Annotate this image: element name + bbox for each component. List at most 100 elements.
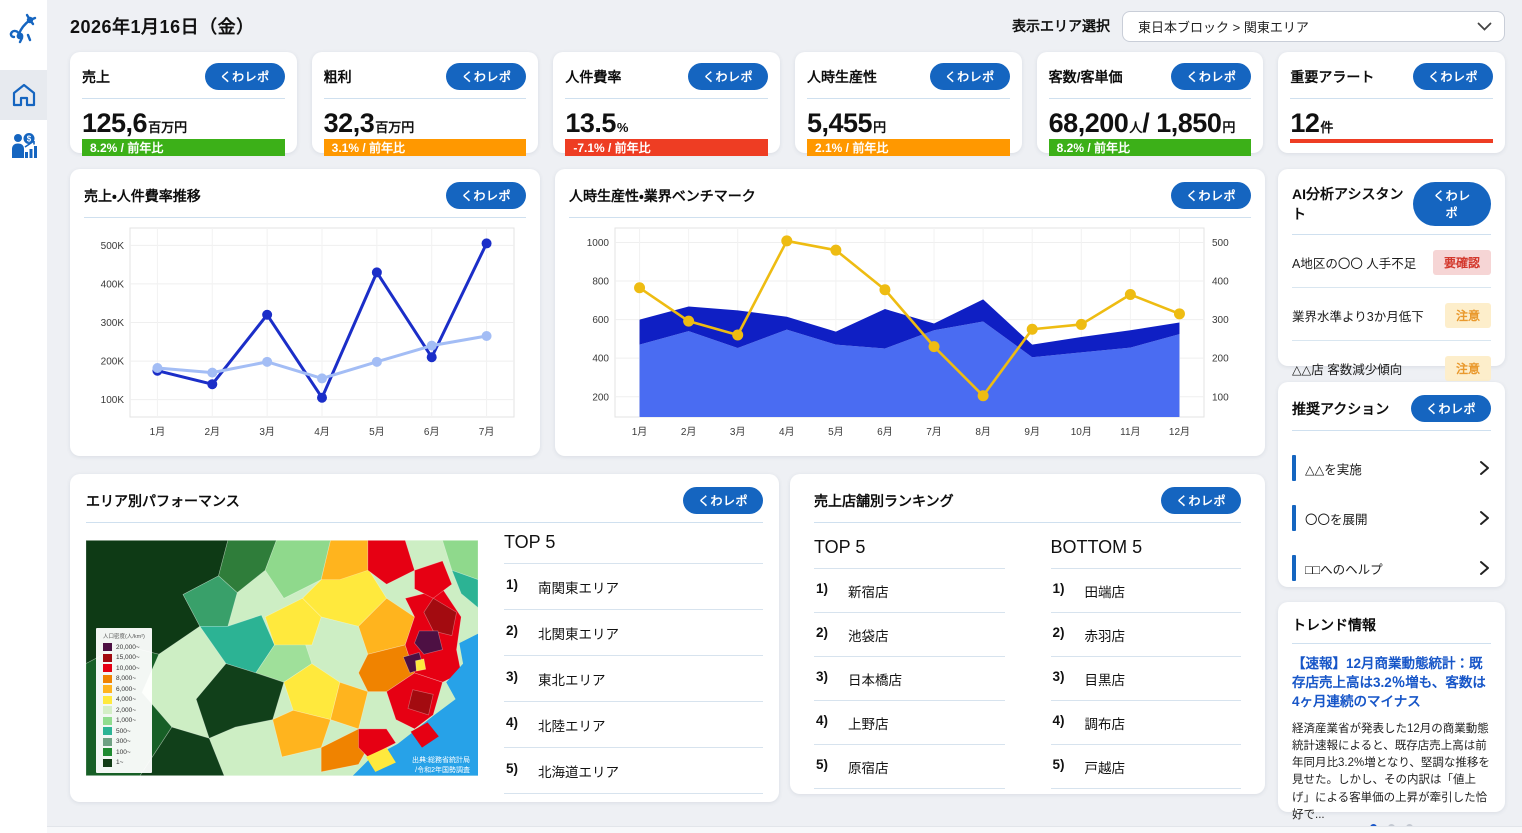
svg-text:5月: 5月 — [828, 426, 844, 438]
area-name: 南関東エリア — [538, 581, 619, 596]
kpi-label: 売上 — [82, 68, 110, 85]
svg-text:200: 200 — [1212, 354, 1229, 365]
rank-number: 5) — [506, 761, 519, 776]
map-legend-entry: 6,000~ — [103, 684, 145, 695]
legend-swatch — [103, 716, 112, 725]
list-item: 4) 上野店 — [814, 701, 1005, 745]
sidebar-item-sales-analytics[interactable]: $ — [0, 120, 47, 170]
action-label: 〇〇を展開 — [1305, 512, 1368, 527]
rank-number: 1) — [816, 581, 829, 596]
map-legend-entry: 500~ — [103, 726, 145, 737]
legend-swatch — [103, 727, 112, 736]
map-source-note: 出典:総務省統計局 /令和2年国勢調査 — [412, 757, 470, 775]
list-item: 3) 日本橋店 — [814, 657, 1005, 701]
divider — [1292, 430, 1491, 431]
action-item[interactable]: 〇〇を展開 — [1292, 505, 1491, 531]
svg-text:6月: 6月 — [877, 426, 893, 438]
news-body: 経済産業省が発表した12月の商業動態統計速報によると、既存店売上高は前年同月比3… — [1292, 722, 1490, 821]
detail-report-button[interactable]: くわレポ — [929, 63, 1010, 90]
action-item[interactable]: △△を実施 — [1292, 455, 1491, 481]
panel-title: 推奨アクション — [1292, 400, 1390, 417]
legend-swatch — [103, 674, 112, 683]
svg-text:300K: 300K — [101, 318, 125, 329]
legend-label: 1,000~ — [116, 717, 137, 725]
detail-report-button[interactable]: くわレポ — [446, 63, 527, 90]
productivity-benchmark-chart[interactable]: 200 100 400 200 600 300 800 400 1000 500 1月 2月 3月 4月 5… — [569, 218, 1248, 443]
legend-swatch — [103, 748, 112, 757]
kpi-unit: 百万円 — [148, 120, 188, 135]
svg-text:300: 300 — [1212, 315, 1229, 326]
svg-text:1月: 1月 — [632, 426, 648, 438]
kpi-value-row: 32,3 百万円 — [324, 108, 527, 139]
sidebar-item-home[interactable] — [0, 70, 47, 120]
legend-label: 300~ — [116, 738, 131, 746]
kpi-unit: 件 — [1320, 120, 1334, 135]
svg-text:5月: 5月 — [369, 426, 385, 438]
svg-text:10月: 10月 — [1071, 426, 1092, 438]
detail-report-button[interactable]: くわレポ — [1410, 395, 1491, 422]
chevron-right-icon — [1480, 561, 1489, 575]
area-select-dropdown[interactable]: 東日本ブロック > 関東エリア — [1122, 10, 1505, 42]
map-legend-entry: 100~ — [103, 747, 145, 758]
accent-bar — [1292, 505, 1296, 531]
kpi-delta-badge: -7.1% / 前年比 — [565, 139, 768, 156]
legend-label: 500~ — [116, 727, 131, 735]
store-bottom5-list: BOTTOM 5 1) 田端店 2) 赤羽店 3) 目黒店 4) 調布店 5) … — [1050, 537, 1241, 789]
detail-report-button[interactable]: くわレポ — [687, 63, 768, 90]
detail-report-button[interactable]: くわレポ — [1412, 63, 1493, 90]
action-item[interactable]: □□へのヘルプ — [1292, 555, 1491, 581]
status-badge: 要確認 — [1432, 250, 1491, 275]
detail-report-button[interactable]: くわレポ — [682, 487, 763, 514]
app-logo[interactable] — [0, 0, 47, 56]
list-item: 3) 目黒店 — [1050, 657, 1241, 701]
legend-label: 4,000~ — [116, 696, 137, 704]
rank-number: 4) — [1052, 713, 1065, 728]
store-name: 赤羽店 — [1084, 629, 1126, 644]
area-select-value: 東日本ブロック > 関東エリア — [1138, 19, 1309, 35]
legend-label: 100~ — [116, 748, 131, 756]
detail-report-button[interactable]: くわレポ — [1412, 182, 1491, 226]
legend-label: 20,000~ — [116, 643, 140, 651]
store-name: 新宿店 — [848, 585, 889, 600]
map-legend-entry: 20,000~ — [103, 642, 145, 653]
rank-number: 2) — [816, 625, 829, 640]
news-headline-link[interactable]: 【速報】12月商業動態統計：既存店売上高は3.2％増も、客数は4ヶ月連続のマイナ… — [1292, 655, 1491, 712]
svg-text:11月: 11月 — [1120, 426, 1140, 438]
svg-text:400K: 400K — [101, 279, 125, 290]
legend-swatch — [103, 758, 112, 767]
list-item: 1) 南関東エリア — [504, 564, 763, 610]
svg-text:500: 500 — [1212, 238, 1229, 249]
sales-labor-line-chart[interactable]: 100K 200K 300K 400K 500K 1月 2月 3月 4月 5月 6月 7月 — [84, 218, 524, 443]
kpi-card: 売上 くわレポ 125,6 百万円 8.2% / 前年比 — [70, 52, 297, 156]
list-item: 3) 東北エリア — [504, 656, 763, 702]
choropleth-map[interactable]: 人口密度(人/km²) 20,000~ 15,000~ 10,000~ 8,00… — [86, 532, 478, 784]
kpi-value: 68,200 — [1048, 108, 1129, 138]
svg-text:800: 800 — [592, 277, 609, 288]
svg-text:3月: 3月 — [730, 426, 746, 438]
legend-swatch — [103, 643, 112, 652]
detail-report-button[interactable]: くわレポ — [204, 63, 285, 90]
legend-label: 15,000~ — [116, 654, 140, 662]
ai-alert-item[interactable]: 業界水準より3か月低下 注意 — [1292, 288, 1491, 341]
detail-report-button[interactable]: くわレポ — [1160, 487, 1241, 514]
list-header: TOP 5 — [814, 537, 1005, 569]
rank-number: 5) — [816, 757, 829, 772]
map-legend-entry: 10,000~ — [103, 663, 145, 674]
detail-report-button[interactable]: くわレポ — [1170, 182, 1251, 209]
kpi-value-row: 12 件 — [1290, 108, 1493, 139]
ai-alert-item[interactable]: A地区の〇〇 人手不足 要確認 — [1292, 235, 1491, 288]
rank-number: 4) — [506, 715, 519, 730]
detail-report-button[interactable]: くわレポ — [445, 182, 526, 209]
svg-text:7月: 7月 — [926, 426, 942, 438]
kpi-unit: 人 — [1129, 120, 1143, 135]
kpi-label: 客数/客単価 — [1048, 68, 1123, 85]
area-name: 北海道エリア — [538, 765, 619, 780]
kpi-unit-2: 円 — [1222, 120, 1236, 135]
legend-swatch — [103, 706, 112, 715]
chevron-right-icon — [1480, 511, 1489, 525]
detail-report-button[interactable]: くわレポ — [1171, 63, 1252, 90]
svg-text:4月: 4月 — [314, 426, 330, 438]
rank-number: 3) — [816, 669, 829, 684]
ai-assistant-card: AI分析アシスタント くわレポ A地区の〇〇 人手不足 要確認 業界水準より3か… — [1278, 169, 1505, 394]
store-name: 田端店 — [1084, 585, 1126, 600]
